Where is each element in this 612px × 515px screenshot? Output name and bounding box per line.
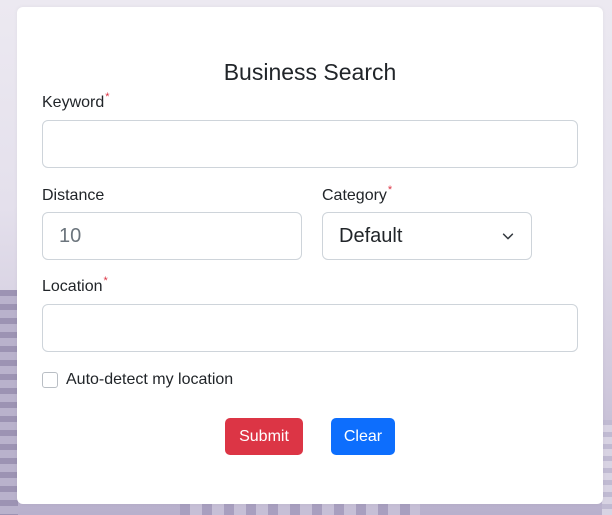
form-title: Business Search: [223, 59, 397, 85]
background-building-left: [0, 290, 18, 515]
keyword-required-mark: *: [105, 91, 110, 103]
auto-detect-checkbox[interactable]: [42, 372, 58, 388]
keyword-input[interactable]: [42, 120, 578, 168]
background-building-bottom: [180, 503, 420, 515]
category-required-mark: *: [387, 184, 393, 196]
location-input[interactable]: [42, 304, 578, 352]
auto-detect-label: Auto-detect my location: [66, 371, 234, 388]
chevron-down-icon: [502, 233, 514, 240]
distance-label-text: Distance: [42, 187, 105, 204]
submit-button[interactable]: Submit: [225, 418, 303, 455]
location-label: Location*: [42, 275, 108, 296]
background-building-right: [602, 420, 612, 515]
search-form-card: Business Search Keyword* Distance Catego…: [17, 7, 603, 504]
category-label-text: Category: [322, 187, 387, 204]
keyword-label: Keyword*: [42, 91, 110, 112]
location-label-text: Location: [42, 278, 103, 295]
category-select[interactable]: Default: [322, 212, 532, 260]
category-selected-value: Default: [339, 224, 403, 247]
location-required-mark: *: [103, 275, 108, 287]
keyword-label-text: Keyword: [42, 94, 105, 111]
category-label: Category*: [322, 184, 393, 205]
distance-input[interactable]: [42, 212, 302, 260]
distance-label: Distance: [42, 187, 104, 205]
clear-button[interactable]: Clear: [331, 418, 395, 455]
